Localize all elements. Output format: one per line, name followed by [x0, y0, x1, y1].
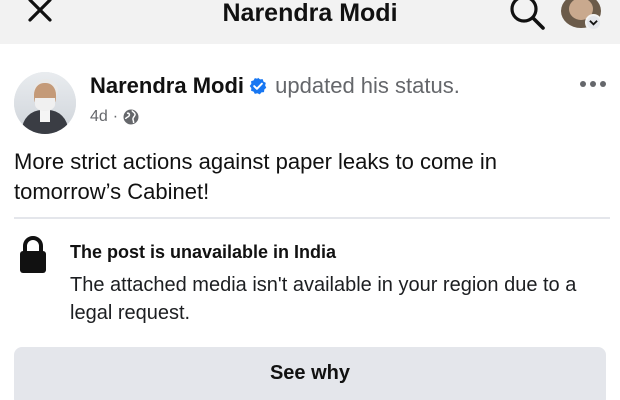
author-avatar[interactable] [14, 72, 76, 134]
post-timestamp[interactable]: 4d [90, 107, 108, 127]
chevron-down-icon[interactable] [585, 14, 602, 31]
more-options-icon[interactable] [578, 74, 610, 94]
post-header: Narendra Modi updated his status. 4d · [0, 54, 620, 144]
see-why-button[interactable]: See why [14, 347, 606, 400]
lock-icon [20, 236, 46, 273]
search-icon[interactable] [505, 0, 547, 30]
see-why-label: See why [269, 362, 351, 384]
unavailable-notice-title: The post is unavailable in India [70, 242, 337, 262]
top-app-bar: Narendra Modi [0, 0, 620, 44]
globe-icon [123, 109, 139, 125]
post-meta: 4d · [90, 107, 139, 127]
author-name[interactable]: Narendra Modi [90, 73, 244, 98]
verified-badge-icon [249, 77, 267, 95]
post-text: More strict actions against paper leaks … [14, 149, 498, 204]
post-title-line: Narendra Modi updated his status. [90, 71, 460, 101]
unavailable-notice-body: The attached media isn't available in yo… [70, 274, 577, 324]
divider [14, 217, 610, 219]
post-action-text: updated his status. [275, 73, 460, 98]
meta-separator: · [112, 108, 119, 125]
